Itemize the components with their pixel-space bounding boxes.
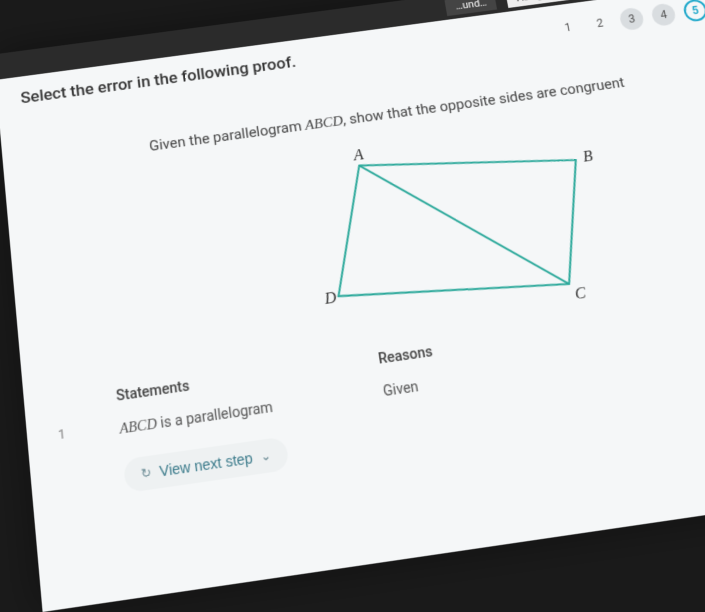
app-screen: …und… Assignment review… Select the erro…: [0, 0, 705, 612]
refresh-icon: ↻: [140, 465, 152, 481]
statement-1-text: is a parallelogram: [156, 400, 274, 433]
statements-column: Statements ABCD is a parallelogram ↻ Vie…: [115, 352, 392, 493]
question-nav-3[interactable]: 3: [618, 7, 645, 31]
question-nav-4[interactable]: 4: [650, 3, 677, 27]
parallelogram-figure: A B C D: [298, 113, 641, 339]
chevron-down-icon: ⌄: [260, 448, 272, 464]
question-nav-2[interactable]: 2: [586, 11, 613, 35]
reasons-heading: Reasons: [377, 344, 434, 368]
view-next-label: View next step: [159, 450, 254, 480]
vertex-label-b: B: [582, 148, 595, 166]
given-prefix: Given the parallelogram: [148, 117, 306, 155]
vertex-label-d: D: [323, 289, 338, 308]
parallelogram-outline: [320, 137, 598, 316]
vertex-label-a: A: [352, 146, 366, 164]
view-next-step-button[interactable]: ↻ View next step ⌄: [123, 436, 290, 493]
statement-1-math: ABCD: [119, 417, 158, 438]
proof-row-number-1: 1: [57, 427, 66, 444]
given-math: ABCD: [304, 114, 344, 134]
vertex-label-c: C: [573, 284, 588, 303]
question-nav-5-current[interactable]: 5: [682, 0, 705, 23]
reason-1[interactable]: Given: [381, 370, 440, 406]
question-nav-1[interactable]: 1: [555, 15, 582, 40]
